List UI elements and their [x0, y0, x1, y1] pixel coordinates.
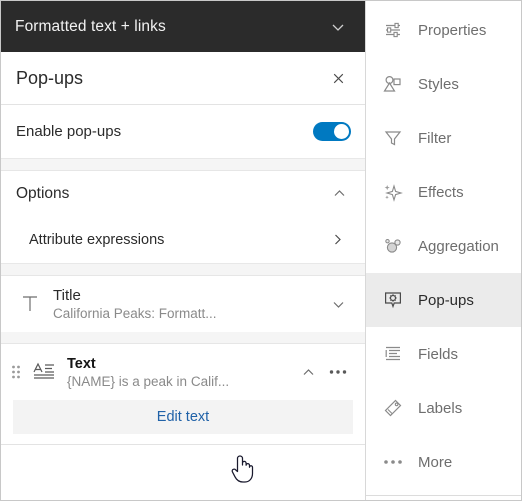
sidebar-item-properties[interactable]: Properties — [366, 3, 521, 57]
page-title: Pop-ups — [16, 67, 84, 88]
sidebar-item-filter[interactable]: Filter — [366, 111, 521, 165]
fields-list-icon — [380, 341, 406, 367]
sidebar-item-attribute-expressions[interactable]: Attribute expressions — [1, 216, 365, 264]
edit-text-wrap: Edit text — [1, 400, 365, 444]
sidebar-item-aggregation[interactable]: Aggregation — [366, 219, 521, 273]
chevron-right-icon[interactable] — [325, 228, 349, 252]
right-sidebar: Properties Styles Filter Effects Aggrega… — [366, 1, 521, 500]
popup-element-text-name: Text — [67, 355, 96, 372]
section-divider-band — [1, 159, 365, 171]
popups-panel: Formatted text + links Pop-ups Enable po… — [1, 1, 366, 500]
chevron-up-icon[interactable] — [327, 182, 351, 206]
popup-element-text-texts: Text {NAME} is a peak in Calif... — [67, 356, 293, 389]
sidebar-item-fields[interactable]: Fields — [366, 327, 521, 381]
label-tag-icon — [380, 395, 406, 421]
sidebar-item-filter-label: Filter — [418, 129, 452, 147]
app-window: Formatted text + links Pop-ups Enable po… — [0, 0, 522, 501]
popup-gear-icon — [380, 287, 406, 313]
more-horizontal-icon — [380, 449, 406, 475]
popup-element-title-name: Title — [53, 287, 81, 304]
sidebar-item-styles[interactable]: Styles — [366, 57, 521, 111]
popup-element-title-subtitle: California Peaks: Formatt... — [53, 306, 217, 321]
toggle-knob — [334, 124, 349, 139]
sidebar-item-popups-label: Pop-ups — [418, 291, 474, 309]
aggregation-dots-icon — [380, 233, 406, 259]
popup-element-title-texts: Title California Peaks: Formatt... — [53, 287, 323, 321]
edit-text-button[interactable]: Edit text — [13, 400, 353, 434]
sidebar-item-labels-label: Labels — [418, 399, 463, 417]
popup-element-title-row[interactable]: Title California Peaks: Formatt... — [1, 276, 365, 332]
sidebar-footer-space — [366, 495, 521, 500]
more-horizontal-icon[interactable] — [323, 357, 353, 387]
section-divider-band-3 — [1, 332, 365, 344]
chevron-down-icon[interactable] — [323, 289, 353, 319]
section-divider-band-2 — [1, 264, 365, 276]
panel-header: Pop-ups — [1, 52, 365, 105]
chevron-down-icon[interactable] — [325, 14, 351, 40]
panel-footer-space — [1, 444, 365, 500]
sparkle-icon — [380, 179, 406, 205]
sidebar-item-effects[interactable]: Effects — [366, 165, 521, 219]
options-section-header[interactable]: Options — [1, 171, 365, 216]
sidebar-item-popups[interactable]: Pop-ups — [366, 273, 521, 327]
popup-element-text-subtitle: {NAME} is a peak in Calif... — [67, 373, 230, 389]
popup-element-text-row[interactable]: Text {NAME} is a peak in Calif... — [1, 344, 365, 400]
enable-popups-toggle[interactable] — [313, 122, 351, 141]
sidebar-item-fields-label: Fields — [418, 345, 459, 363]
sidebar-item-properties-label: Properties — [418, 21, 487, 39]
styles-shapes-icon — [380, 71, 406, 97]
close-icon[interactable] — [325, 65, 351, 91]
options-section-title: Options — [16, 184, 70, 202]
enable-popups-row: Enable pop-ups — [1, 105, 365, 159]
sidebar-item-aggregation-label: Aggregation — [418, 237, 499, 255]
sidebar-item-more-label: More — [418, 453, 453, 471]
text-title-icon — [13, 289, 47, 319]
layer-titlebar[interactable]: Formatted text + links — [1, 1, 365, 52]
drag-handle-icon[interactable] — [5, 359, 27, 385]
sidebar-item-effects-label: Effects — [418, 183, 464, 201]
sidebar-item-styles-label: Styles — [418, 75, 459, 93]
chevron-up-icon[interactable] — [293, 357, 323, 387]
sidebar-item-more[interactable]: More — [366, 435, 521, 489]
sliders-icon — [380, 17, 406, 43]
attribute-expressions-label: Attribute expressions — [29, 231, 165, 248]
text-block-icon — [27, 357, 61, 387]
enable-popups-label: Enable pop-ups — [16, 123, 122, 140]
sidebar-item-labels[interactable]: Labels — [366, 381, 521, 435]
layer-title: Formatted text + links — [15, 17, 166, 35]
funnel-icon — [380, 125, 406, 151]
